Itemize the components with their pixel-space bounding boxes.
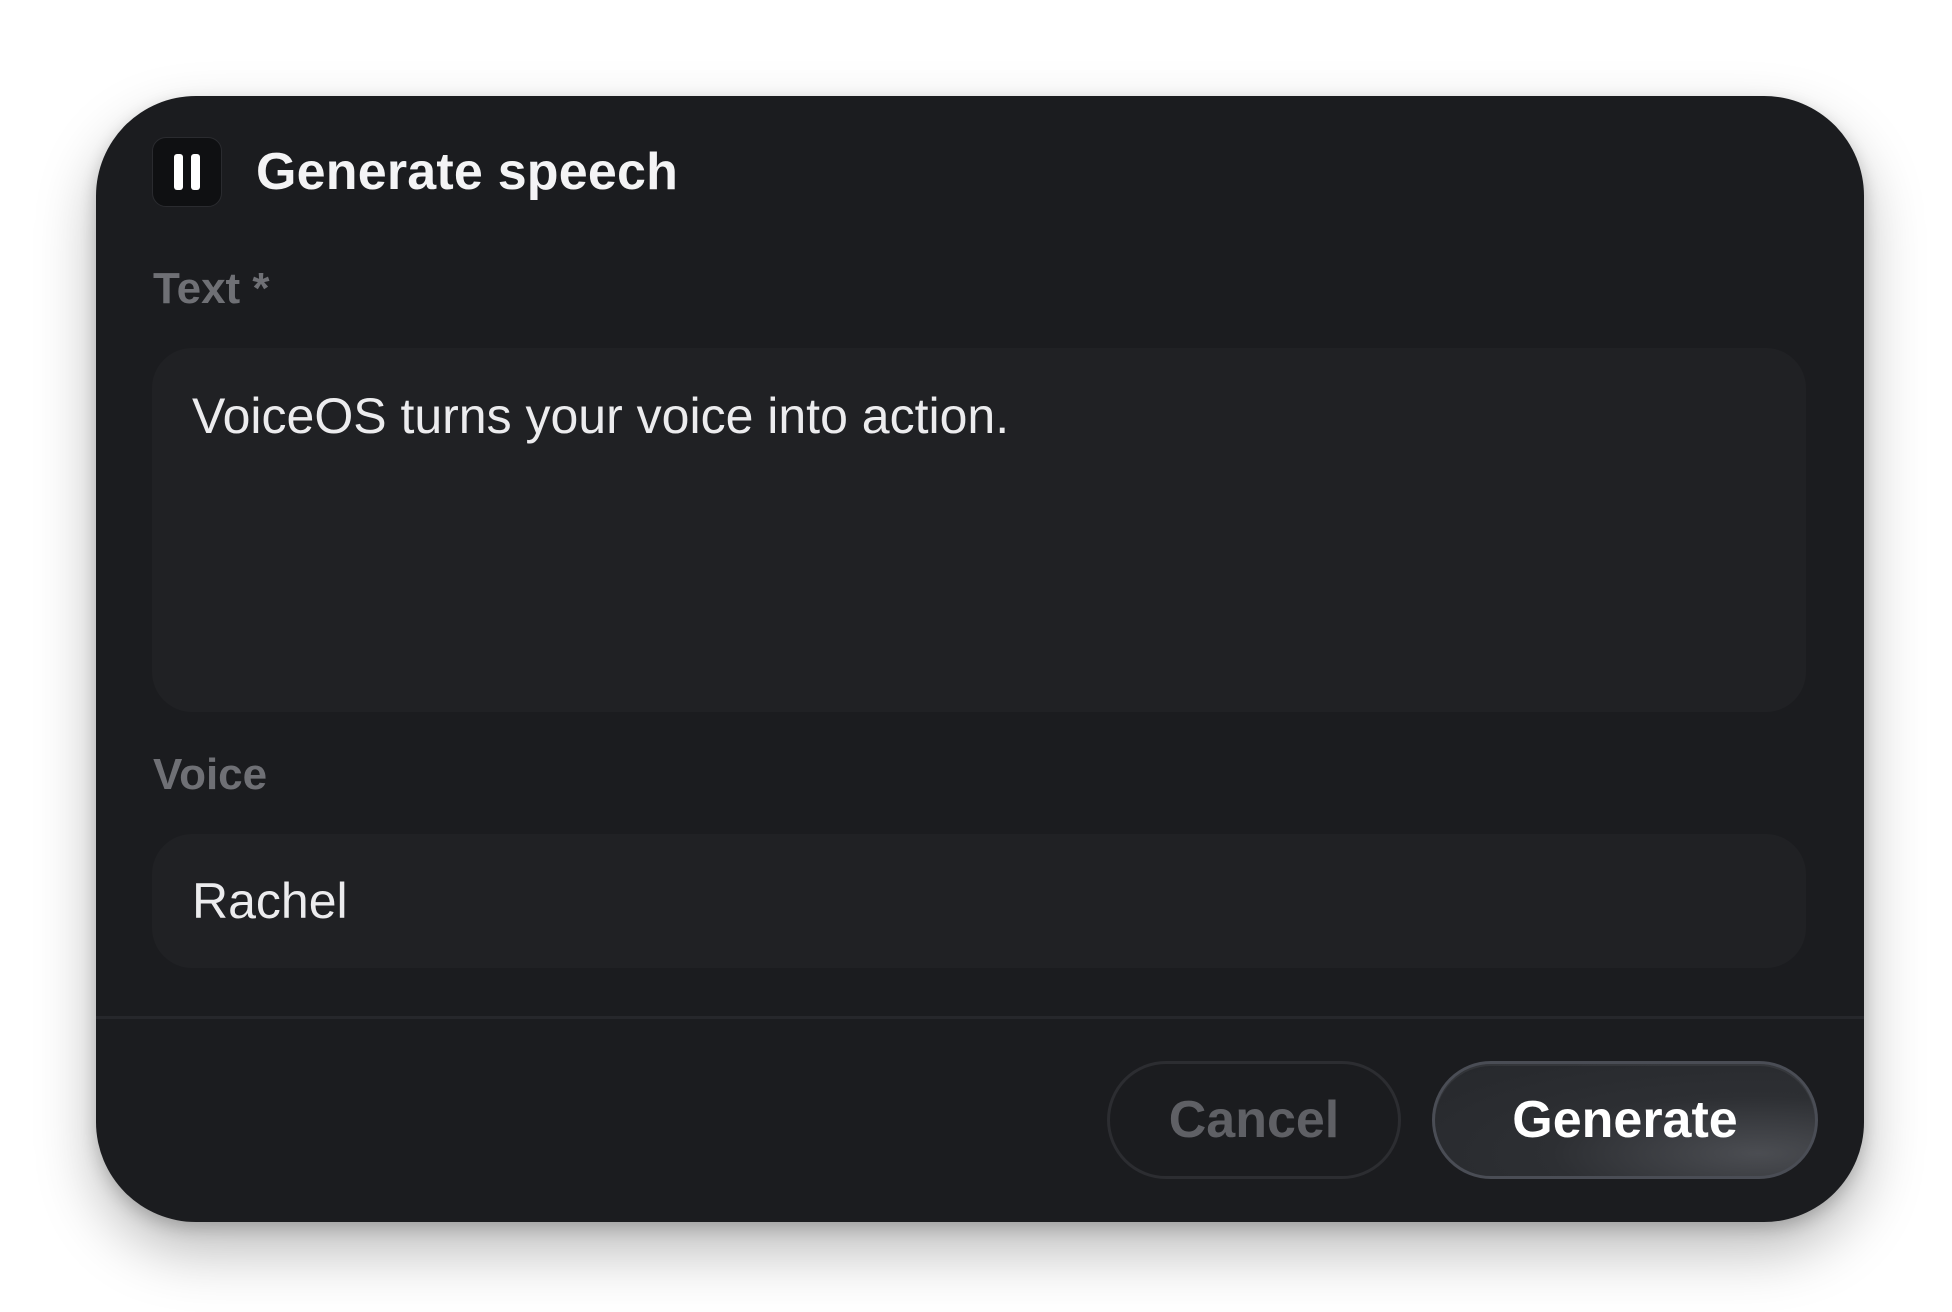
pause-icon — [152, 137, 222, 207]
footer-divider — [96, 1016, 1864, 1019]
generate-button[interactable]: Generate — [1432, 1061, 1818, 1179]
voice-field-label: Voice — [153, 750, 268, 799]
text-field-label: Text * — [153, 264, 270, 313]
generate-speech-dialog: Generate speech Text * VoiceOS turns you… — [96, 96, 1864, 1222]
dialog-header: Generate speech — [152, 136, 678, 208]
voice-select[interactable]: Rachel — [152, 834, 1806, 968]
text-input[interactable]: VoiceOS turns your voice into action. — [152, 348, 1806, 712]
dialog-title: Generate speech — [256, 143, 679, 201]
voice-select-value: Rachel — [192, 873, 348, 929]
cancel-button[interactable]: Cancel — [1107, 1061, 1401, 1179]
